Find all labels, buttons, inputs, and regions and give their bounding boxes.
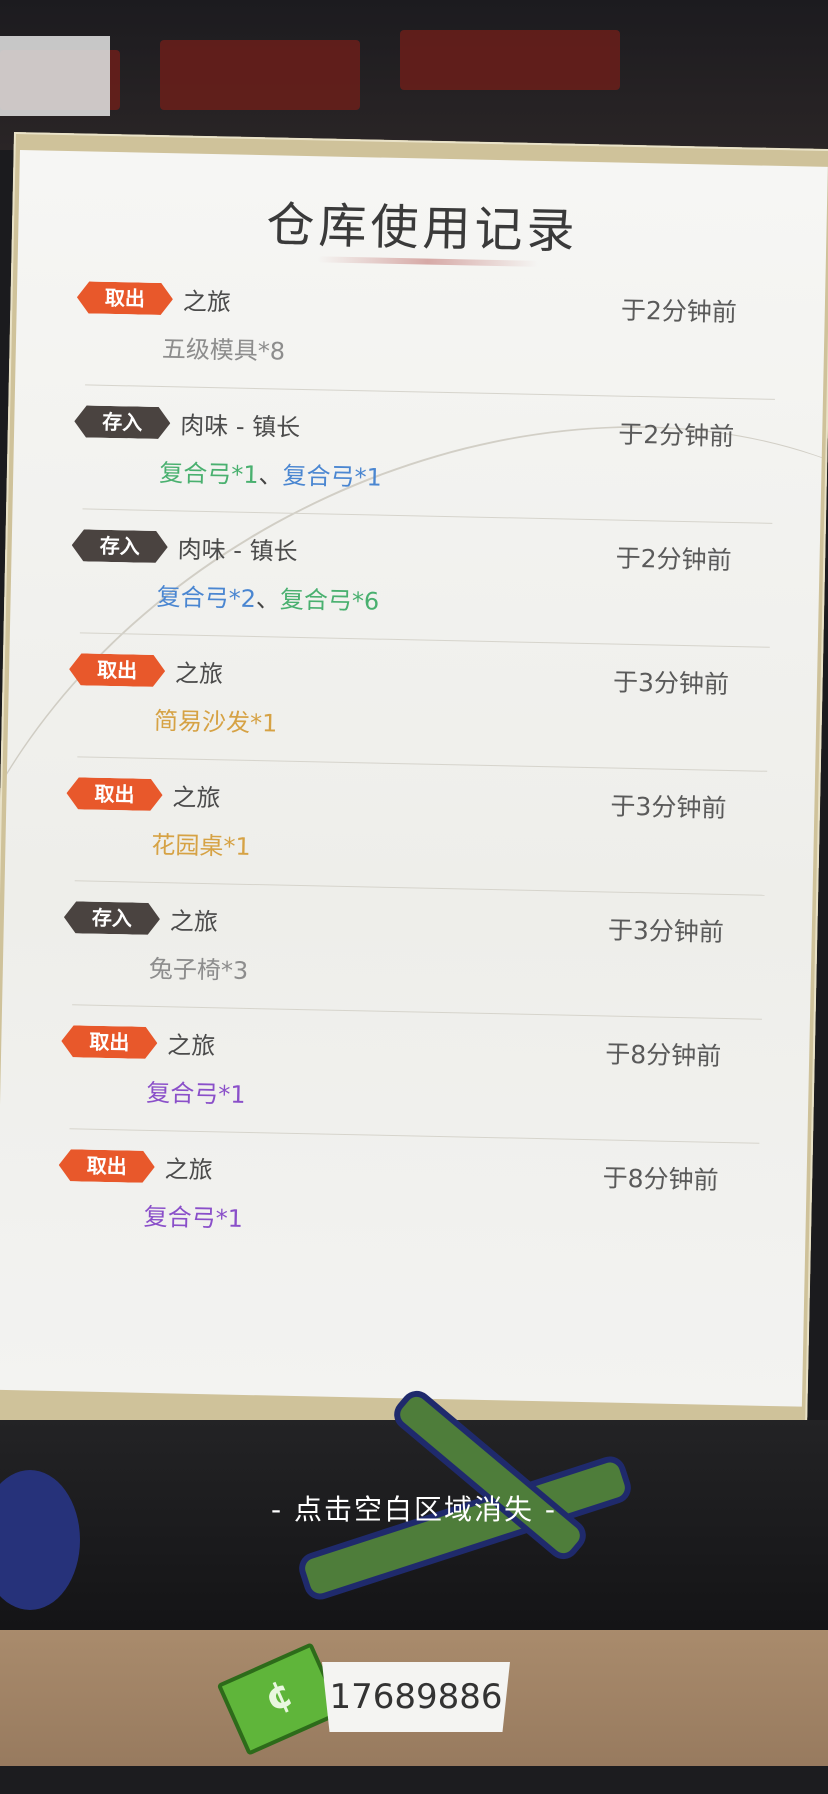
withdraw-tag: 取出: [58, 1149, 155, 1183]
record-item: 存入 肉味 - 镇长 于2分钟前 复合弓*1、复合弓*1: [72, 385, 774, 524]
item-name: 复合弓*2: [156, 582, 257, 614]
record-items: 复合弓*1: [143, 1197, 243, 1234]
withdraw-tag: 取出: [66, 777, 163, 811]
record-time: 于8分钟前: [602, 1163, 719, 1195]
record-time: 于3分钟前: [612, 667, 730, 699]
record-user: 肉味 - 镇长: [179, 411, 301, 442]
record-item: 取出 之旅 于3分钟前 简易沙发*1: [67, 633, 769, 772]
item-name: 五级模具*8: [161, 335, 286, 366]
record-items: 复合弓*2、复合弓*6: [156, 577, 379, 617]
bottom-strip: [0, 1766, 828, 1794]
item-name: 复合弓*6: [279, 585, 380, 616]
deposit-tag: 存入: [64, 901, 161, 935]
record-items: 简易沙发*1: [154, 701, 278, 739]
record-item: 存入 之旅 于3分钟前 兔子椅*3: [62, 881, 764, 1020]
record-user: 之旅: [172, 783, 221, 813]
record-time: 于8分钟前: [604, 1039, 722, 1071]
withdraw-tag: 取出: [61, 1025, 158, 1059]
dismiss-hint[interactable]: - 点击空白区域消失 -: [0, 1488, 828, 1528]
deposit-tag: 存入: [74, 405, 171, 439]
record-items: 复合弓*1、复合弓*1: [159, 453, 382, 493]
withdraw-tag: 取出: [77, 281, 174, 315]
record-time: 于2分钟前: [620, 295, 738, 328]
record-time: 于3分钟前: [607, 915, 725, 947]
record-items: 五级模具*8: [162, 329, 286, 367]
record-items: 复合弓*1: [146, 1073, 246, 1110]
record-item: 存入 肉味 - 镇长 于2分钟前 复合弓*2、复合弓*6: [70, 509, 772, 648]
record-user: 肉味 - 镇长: [177, 535, 298, 566]
record-user: 之旅: [182, 287, 232, 317]
item-separator: 、: [255, 585, 281, 614]
deposit-tag: 存入: [71, 529, 168, 563]
record-items: 兔子椅*3: [149, 949, 249, 986]
item-separator: 、: [258, 461, 283, 490]
bamboo-decoration: [302, 1459, 628, 1597]
item-name: 复合弓*1: [158, 458, 259, 490]
item-name: 复合弓*1: [145, 1078, 246, 1109]
game-background-top: [0, 0, 828, 150]
record-item: 取出 之旅 于3分钟前 花园桌*1: [65, 757, 767, 896]
item-name: 花园桌*1: [151, 830, 252, 861]
withdraw-tag: 取出: [69, 653, 166, 687]
record-time: 于2分钟前: [617, 419, 735, 452]
record-item: 取出 之旅 于8分钟前 复合弓*1: [60, 1005, 762, 1144]
item-name: 简易沙发*1: [153, 706, 278, 738]
warehouse-record-panel: 仓库使用记录 取出 之旅 于2分钟前 五级模具*8 存入 肉味 - 镇长 于2分…: [0, 150, 828, 1407]
record-item: 取出 之旅 于8分钟前 复合弓*1: [57, 1129, 759, 1268]
record-items: 花园桌*1: [151, 825, 251, 862]
record-user: 之旅: [174, 659, 224, 689]
money-amount: 17689886: [322, 1662, 510, 1732]
record-user: 之旅: [164, 1155, 213, 1185]
item-name: 复合弓*1: [143, 1202, 244, 1233]
panel-title: 仓库使用记录: [265, 197, 579, 260]
record-user: 之旅: [166, 1031, 216, 1061]
item-name: 兔子椅*3: [148, 954, 249, 985]
record-item: 取出 之旅 于2分钟前 五级模具*8: [75, 261, 777, 400]
record-user: 之旅: [169, 907, 219, 937]
record-time: 于2分钟前: [615, 543, 732, 575]
record-time: 于3分钟前: [610, 791, 727, 823]
item-name: 复合弓*1: [282, 461, 383, 492]
